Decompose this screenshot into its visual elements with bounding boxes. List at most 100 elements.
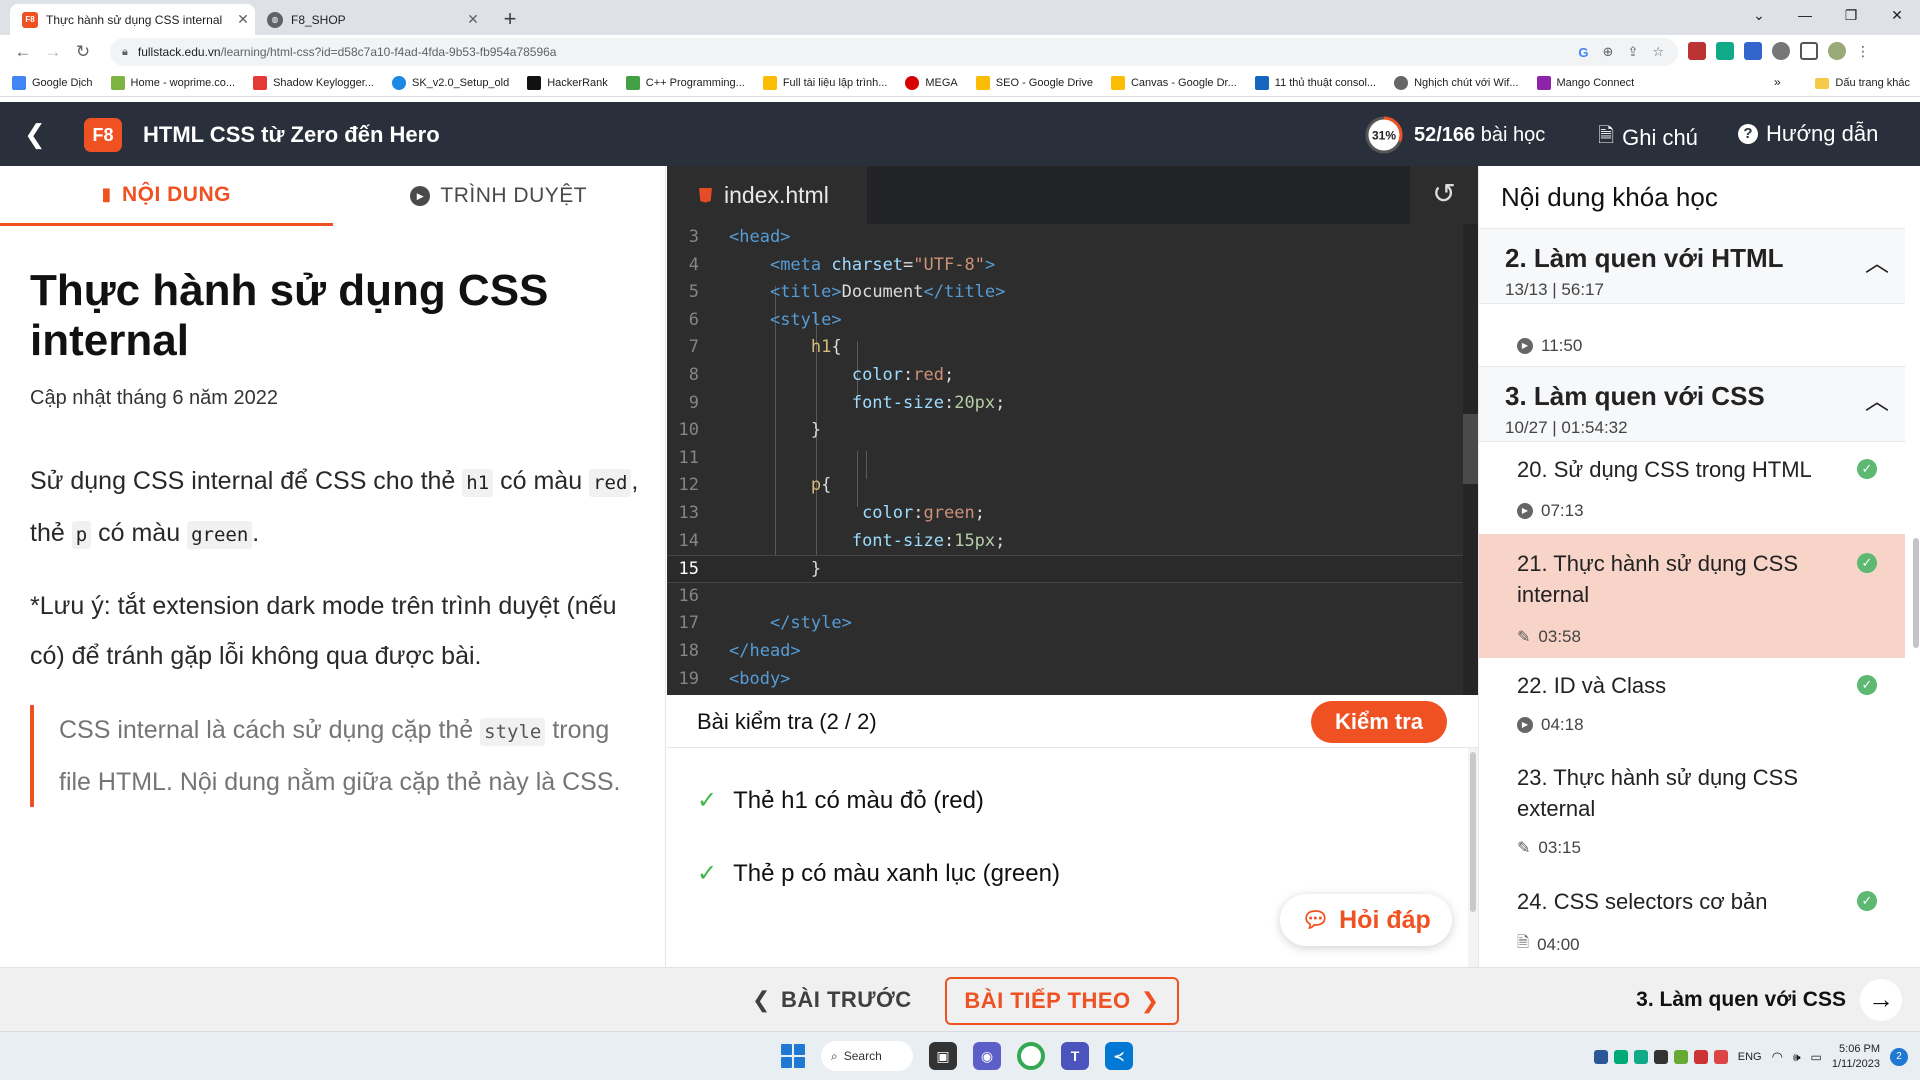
- google-icon[interactable]: G: [1578, 45, 1588, 60]
- system-tray: ENG ◠ 🕪︎ ▭ 5:06 PM 1/11/2023 2: [1593, 1038, 1908, 1076]
- lesson-item[interactable]: 23. Thực hành sử dụng CSS external ✎ 03:1…: [1479, 750, 1905, 874]
- lesson-item[interactable]: 20. Sử dụng CSS trong HTML ✓ ▶ 07:13: [1479, 442, 1905, 534]
- course-outline-sidebar: Nội dung khóa học 2. Làm quen với HTML 1…: [1478, 166, 1920, 967]
- tab-content[interactable]: ▮ NỘI DUNG: [0, 166, 333, 226]
- bookmark-item[interactable]: Home - woprime.co...: [110, 75, 235, 90]
- section-toggle-button[interactable]: 3. Làm quen với CSS →: [1636, 979, 1902, 1021]
- lesson-item-active[interactable]: 21. Thực hành sử dụng CSS internal ✓ ✎ 03…: [1479, 534, 1905, 658]
- lesson-item[interactable]: 22. ID và Class ✓ ▶ 04:18: [1479, 658, 1905, 750]
- tray-app-icon[interactable]: [1713, 1050, 1728, 1064]
- bookmark-item[interactable]: SK_v2.0_Setup_old: [391, 75, 509, 90]
- new-tab-button[interactable]: +: [496, 6, 524, 34]
- extension-icon[interactable]: [1688, 42, 1706, 60]
- chevron-left-icon[interactable]: ❮: [24, 120, 46, 148]
- lesson-title: Thực hành sử dụng CSS internal: [30, 266, 549, 365]
- lesson-item[interactable]: 24. CSS selectors cơ bản ✓ 🗎︎ 04:00: [1479, 874, 1905, 966]
- reload-icon[interactable]: ↻: [68, 42, 98, 62]
- menu-icon[interactable]: ⋮: [1856, 42, 1870, 60]
- close-tab-icon[interactable]: ✕: [231, 11, 255, 28]
- previous-lesson-button[interactable]: ❮ BÀI TRƯỚC: [752, 980, 912, 1020]
- task-view-icon[interactable]: ▣: [929, 1042, 957, 1070]
- code-line: 17 </style>: [678, 613, 852, 634]
- play-circle-icon: ▶: [1517, 503, 1533, 519]
- notes-button[interactable]: 🗎︎ Ghi chú: [1598, 121, 1698, 155]
- section-header-css[interactable]: 3. Làm quen với CSS 10/27 | 01:54:32 ︿: [1479, 366, 1905, 442]
- puzzle-icon[interactable]: [1772, 42, 1790, 60]
- bookmark-item[interactable]: Nghịch chút với Wif...: [1394, 75, 1519, 90]
- chevron-up-icon[interactable]: ︿: [1865, 381, 1889, 416]
- close-window-button[interactable]: ✕: [1874, 0, 1920, 30]
- question-icon: ?: [1738, 124, 1758, 144]
- chevron-up-icon[interactable]: ︿: [1865, 243, 1889, 278]
- clock[interactable]: 5:06 PM 1/11/2023: [1832, 1042, 1880, 1072]
- taskbar-search[interactable]: ⌕ Search: [821, 1041, 913, 1071]
- bookmark-item[interactable]: C++ Programming...: [625, 75, 745, 90]
- course-header: ❮ F8 HTML CSS từ Zero đến Hero 31% 52/16…: [0, 102, 1920, 166]
- tray-app-icon[interactable]: [1673, 1050, 1688, 1064]
- windows-start-icon[interactable]: [781, 1044, 805, 1068]
- search-icon: ⌕: [831, 1048, 838, 1063]
- bookmark-item[interactable]: Shadow Keylogger...: [253, 75, 374, 90]
- extension-icon[interactable]: [1744, 42, 1762, 60]
- wifi-icon[interactable]: ◠: [1772, 1049, 1783, 1065]
- notification-badge[interactable]: 2: [1890, 1048, 1908, 1066]
- test-scrollbar[interactable]: [1468, 748, 1478, 967]
- bookmarks-bar: Google Dịch Home - woprime.co... Shadow …: [0, 69, 1920, 97]
- sidebar-scroll-thumb[interactable]: [1913, 538, 1919, 648]
- address-bar[interactable]: 🔒︎ fullstack.edu.vn /learning/html-css?i…: [110, 38, 1678, 66]
- browser-tab-inactive[interactable]: ◍ F8_SHOP ✕: [255, 4, 485, 35]
- extension-icon[interactable]: [1716, 42, 1734, 60]
- bookmark-item[interactable]: HackerRank: [527, 75, 608, 90]
- tray-app-icon[interactable]: [1593, 1050, 1608, 1064]
- chrome-icon[interactable]: [1017, 1042, 1045, 1070]
- bookmark-item[interactable]: Google Dịch: [12, 75, 93, 90]
- bookmark-item[interactable]: Full tài liệu lập trình...: [762, 75, 887, 90]
- other-bookmarks-folder[interactable]: Dấu trang khác: [1815, 69, 1910, 97]
- code-area[interactable]: 3 <head> 4 <meta charset="UTF-8"> 5 <titl…: [667, 224, 1463, 695]
- help-button[interactable]: ? Hướng dẫn: [1738, 121, 1878, 147]
- bookmark-item[interactable]: MEGA: [905, 75, 958, 90]
- teams-chat-icon[interactable]: ◉: [973, 1042, 1001, 1070]
- tray-app-icon[interactable]: [1613, 1050, 1628, 1064]
- more-bookmarks-button[interactable]: »: [1774, 75, 1781, 89]
- tray-app-icon[interactable]: [1633, 1050, 1648, 1064]
- check-button[interactable]: Kiểm tra: [1311, 701, 1447, 743]
- minimize-button[interactable]: —: [1782, 0, 1828, 30]
- vscode-icon[interactable]: ≺: [1105, 1042, 1133, 1070]
- sidebar-scrollbar[interactable]: [1912, 368, 1920, 648]
- back-arrow-icon[interactable]: ←: [8, 42, 38, 62]
- avatar[interactable]: [1828, 42, 1846, 60]
- zoom-icon[interactable]: ⊕: [1603, 44, 1614, 60]
- file-tab-index-html[interactable]: index.html: [667, 166, 867, 224]
- next-lesson-button[interactable]: BÀI TIẾP THEO ❯: [945, 977, 1179, 1025]
- tab-browser[interactable]: ▶ TRÌNH DUYỆT: [333, 166, 666, 226]
- editor-scroll-thumb[interactable]: [1463, 414, 1478, 484]
- battery-icon[interactable]: ▭: [1811, 1050, 1822, 1064]
- close-tab-icon[interactable]: ✕: [461, 11, 485, 28]
- test-scroll-thumb[interactable]: [1470, 752, 1476, 912]
- reset-code-icon[interactable]: ↺: [1410, 166, 1478, 224]
- course-title: HTML CSS từ Zero đến Hero: [143, 122, 440, 147]
- forward-arrow-icon[interactable]: →: [38, 42, 68, 62]
- code-line: 9 font-size:20px;: [688, 392, 1006, 413]
- tray-app-icon[interactable]: [1653, 1050, 1668, 1064]
- bookmark-item[interactable]: Canvas - Google Dr...: [1110, 75, 1237, 90]
- language-indicator[interactable]: ENG: [1738, 1051, 1762, 1063]
- bookmark-item[interactable]: Mango Connect: [1536, 75, 1634, 90]
- bookmark-item[interactable]: 11 thủ thuật consol...: [1254, 75, 1376, 90]
- share-icon[interactable]: ⇪: [1627, 44, 1638, 60]
- bookmark-star-icon[interactable]: ☆: [1652, 44, 1664, 60]
- tab-search-icon[interactable]: ⌄: [1736, 0, 1782, 30]
- lesson-item-partial[interactable]: ▶ 11:50: [1479, 304, 1905, 366]
- editor-scrollbar[interactable]: [1463, 224, 1478, 695]
- side-panel-icon[interactable]: [1800, 42, 1818, 60]
- teams-icon[interactable]: T: [1061, 1042, 1089, 1070]
- browser-tab-active[interactable]: F8 Thực hành sử dụng CSS internal ✕: [10, 4, 255, 35]
- bookmark-item[interactable]: SEO - Google Drive: [975, 75, 1093, 90]
- qa-button[interactable]: 💬︎ Hỏi đáp: [1280, 894, 1452, 946]
- maximize-button[interactable]: ❐: [1828, 0, 1874, 30]
- f8-logo[interactable]: F8: [84, 118, 122, 152]
- tray-app-icon[interactable]: [1693, 1050, 1708, 1064]
- volume-icon[interactable]: 🕪︎: [1793, 1050, 1801, 1065]
- section-header-html[interactable]: 2. Làm quen với HTML 13/13 | 56:17 ︿: [1479, 228, 1905, 304]
